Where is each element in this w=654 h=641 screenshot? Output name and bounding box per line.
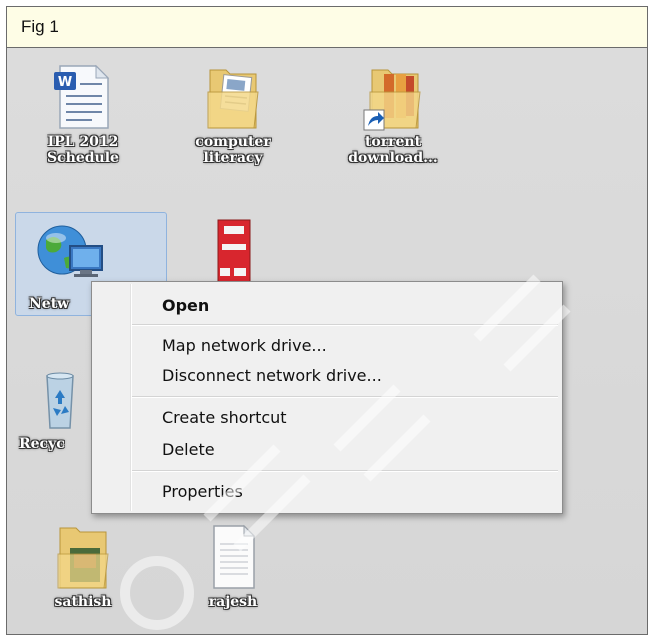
figure-caption-bar: Fig 1 [7,7,647,48]
watermark-image [120,274,571,630]
desktop: W IPL 2012 Schedule computer literacy to… [7,48,647,634]
figure-label: Fig 1 [21,17,59,36]
figure-frame: Fig 1 W IPL 2012 Schedule computer liter… [6,6,648,635]
